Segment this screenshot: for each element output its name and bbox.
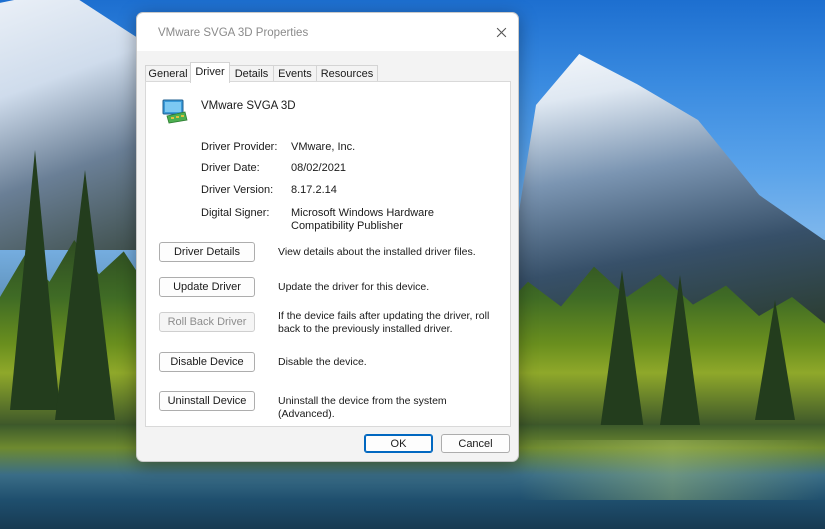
update-driver-description: Update the driver for this device. — [278, 281, 430, 293]
driver-version-value: 8.17.2.14 — [291, 184, 337, 196]
disable-device-description: Disable the device. — [278, 356, 367, 368]
uninstall-device-button[interactable]: Uninstall Device — [159, 391, 255, 411]
lake-reflection — [520, 440, 825, 500]
driver-provider-label: Driver Provider: — [201, 141, 278, 153]
dialog-title: VMware SVGA 3D Properties — [158, 27, 309, 39]
tab-events[interactable]: Events — [273, 65, 317, 82]
ok-button[interactable]: OK — [364, 434, 433, 453]
tab-general[interactable]: General — [145, 65, 191, 82]
driver-details-button[interactable]: Driver Details — [159, 242, 255, 262]
tab-driver[interactable]: Driver — [190, 62, 230, 83]
disable-device-button[interactable]: Disable Device — [159, 352, 255, 372]
update-driver-button[interactable]: Update Driver — [159, 277, 255, 297]
tab-resources[interactable]: Resources — [316, 65, 378, 82]
driver-tab-panel: VMware SVGA 3D Driver Provider: VMware, … — [145, 81, 511, 427]
roll-back-driver-description: If the device fails after updating the d… — [278, 310, 490, 335]
uninstall-device-description: Uninstall the device from the system (Ad… — [278, 395, 447, 420]
cancel-button[interactable]: Cancel — [441, 434, 510, 453]
driver-date-label: Driver Date: — [201, 162, 260, 174]
title-bar[interactable]: VMware SVGA 3D Properties — [137, 13, 518, 51]
tab-details[interactable]: Details — [229, 65, 274, 82]
driver-version-label: Driver Version: — [201, 184, 274, 196]
close-icon — [496, 27, 506, 37]
driver-details-description: View details about the installed driver … — [278, 246, 476, 258]
digital-signer-label: Digital Signer: — [201, 207, 270, 219]
display-adapter-icon — [162, 99, 188, 124]
digital-signer-value: Microsoft Windows Hardware Compatibility… — [291, 207, 435, 232]
roll-back-driver-button[interactable]: Roll Back Driver — [159, 312, 255, 332]
driver-provider-value: VMware, Inc. — [291, 141, 356, 153]
driver-date-value: 08/02/2021 — [291, 162, 347, 174]
properties-dialog: VMware SVGA 3D Properties General Driver… — [136, 12, 519, 462]
close-button[interactable] — [484, 13, 518, 51]
device-name: VMware SVGA 3D — [201, 100, 296, 112]
